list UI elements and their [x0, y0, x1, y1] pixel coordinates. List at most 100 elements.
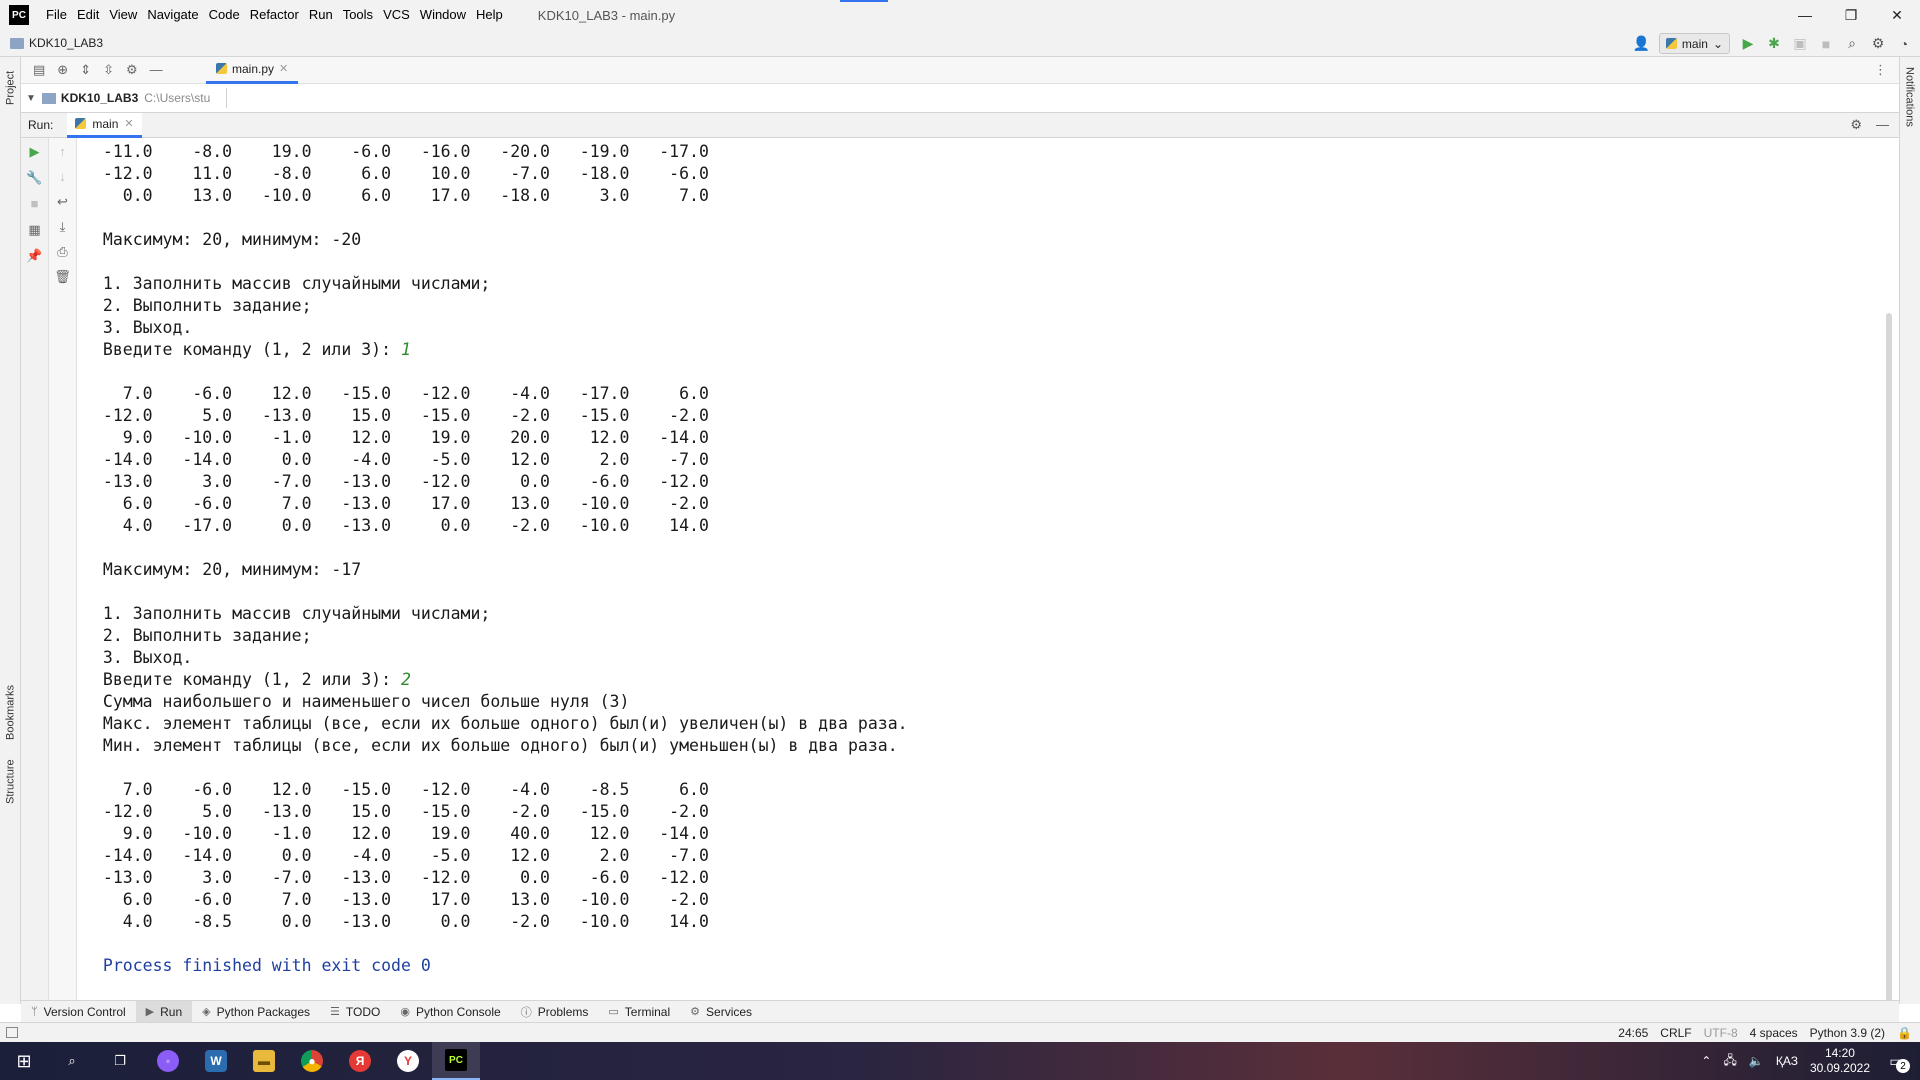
layout-icon[interactable]: ▦: [28, 222, 40, 238]
python-icon: [75, 118, 87, 129]
tab-services[interactable]: ⚙ Services: [680, 1001, 762, 1022]
teams-app-icon[interactable]: W: [192, 1042, 240, 1080]
stop-icon[interactable]: ■: [1818, 36, 1834, 52]
tree-root-name[interactable]: KDK10_LAB3: [61, 91, 138, 105]
chevron-down-icon: ⌄: [1712, 36, 1723, 51]
alice-app-icon[interactable]: ◦: [144, 1042, 192, 1080]
run-console[interactable]: -11.0 -8.0 19.0 -6.0 -16.0 -20.0 -19.0 -…: [78, 138, 1894, 1004]
menu-code[interactable]: Code: [204, 0, 245, 30]
menu-tools[interactable]: Tools: [338, 0, 378, 30]
collapse-all-icon[interactable]: ⇳: [103, 62, 114, 78]
windows-taskbar: ⊞ ⌕ ❐ ◦ W ▬ ● Я Y PC ⌃ 🖧 🔈 ҚАЗ 14:20 30.…: [0, 1042, 1920, 1080]
branch-icon: ᛘ: [31, 1005, 38, 1018]
close-tab-icon[interactable]: ✕: [279, 62, 288, 75]
print-icon[interactable]: ⎙: [57, 244, 67, 260]
windows-start-icon[interactable]: ⊞: [0, 1042, 48, 1080]
run-tab-main[interactable]: main ✕: [67, 112, 142, 138]
arrow-up-icon[interactable]: ↑: [59, 144, 66, 160]
stop-icon[interactable]: ■: [31, 196, 39, 212]
python-interpreter[interactable]: Python 3.9 (2): [1810, 1026, 1885, 1040]
file-explorer-icon[interactable]: ▬: [240, 1042, 288, 1080]
trash-icon[interactable]: 🗑: [54, 269, 71, 285]
tab-terminal[interactable]: ▭ Terminal: [598, 1001, 680, 1022]
view-mode-icon[interactable]: ▤: [33, 62, 45, 78]
locate-icon[interactable]: ⊕: [57, 62, 68, 78]
python-console-icon: ◉: [400, 1006, 410, 1018]
notifications-tool-tab[interactable]: Notifications: [1899, 67, 1920, 127]
hide-icon[interactable]: —: [1876, 117, 1889, 133]
menu-run[interactable]: Run: [304, 0, 338, 30]
input-language[interactable]: ҚАЗ: [1776, 1054, 1798, 1068]
console-line: -11.0 -8.0 19.0 -6.0 -16.0 -20.0 -19.0 -…: [93, 142, 709, 161]
tool-windows-toggle-icon[interactable]: [6, 1027, 18, 1038]
chrome-icon[interactable]: ●: [288, 1042, 336, 1080]
tab-version-control[interactable]: ᛘ Version Control: [21, 1001, 136, 1022]
project-tool-tab[interactable]: Project: [0, 63, 21, 113]
console-line: -12.0 11.0 -8.0 6.0 10.0 -7.0 -18.0 -6.0: [93, 164, 709, 183]
run-icon[interactable]: ▶: [1740, 35, 1756, 52]
file-encoding[interactable]: UTF-8: [1704, 1026, 1738, 1040]
menu-file[interactable]: File: [41, 0, 72, 30]
user-icon[interactable]: 👤: [1633, 35, 1650, 52]
rerun-icon[interactable]: ▶: [30, 144, 40, 160]
clock[interactable]: 14:20 30.09.2022: [1810, 1046, 1870, 1076]
gear-icon[interactable]: ⚙: [1850, 117, 1862, 133]
pycharm-taskbar-icon[interactable]: PC: [432, 1042, 480, 1080]
arrow-down-icon[interactable]: ↓: [59, 169, 66, 185]
menu-edit[interactable]: Edit: [72, 0, 104, 30]
left-tool-stripe: Project Bookmarks Structure: [0, 57, 21, 1004]
code-with-me-icon[interactable]: ◔: [1896, 36, 1912, 52]
console-line: 4.0 -8.5 0.0 -13.0 0.0 -2.0 -10.0 14.0: [93, 912, 709, 931]
tab-problems[interactable]: ⓘ Problems: [511, 1001, 599, 1022]
debug-icon[interactable]: ✱: [1766, 35, 1782, 52]
run-config-selector[interactable]: main ⌄: [1658, 33, 1730, 54]
structure-tool-tab[interactable]: Structure: [0, 752, 21, 812]
network-icon[interactable]: 🖧: [1723, 1051, 1736, 1072]
wrench-icon[interactable]: 🔧: [26, 170, 42, 186]
tab-todo[interactable]: ☰ TODO: [320, 1001, 390, 1022]
chevron-up-icon[interactable]: ⌃: [1701, 1054, 1711, 1068]
indent-setting[interactable]: 4 spaces: [1750, 1026, 1798, 1040]
close-run-tab-icon[interactable]: ✕: [124, 117, 133, 130]
settings-icon[interactable]: ⚙: [1870, 35, 1886, 52]
tab-python-console[interactable]: ◉ Python Console: [390, 1001, 510, 1022]
menu-view[interactable]: View: [104, 0, 142, 30]
line-separator[interactable]: CRLF: [1660, 1026, 1691, 1040]
search-icon[interactable]: ⌕: [1844, 35, 1860, 52]
user-input: 1: [400, 340, 411, 359]
tab-run[interactable]: ▶ Run: [135, 1001, 193, 1022]
yandex-icon[interactable]: Я: [336, 1042, 384, 1080]
hide-icon[interactable]: —: [150, 62, 163, 78]
caret-position[interactable]: 24:65: [1618, 1026, 1648, 1040]
menu-help[interactable]: Help: [471, 0, 508, 30]
panel-divider[interactable]: [226, 88, 227, 108]
minimize-button[interactable]: —: [1782, 0, 1828, 30]
yandex-browser-icon[interactable]: Y: [384, 1042, 432, 1080]
search-icon[interactable]: ⌕: [48, 1042, 96, 1080]
task-view-icon[interactable]: ❐: [96, 1042, 144, 1080]
lock-icon[interactable]: 🔒: [1897, 1026, 1912, 1040]
coverage-icon[interactable]: ▣: [1792, 35, 1808, 52]
tree-expand-icon[interactable]: ▼: [26, 93, 36, 104]
menu-vcs[interactable]: VCS: [378, 0, 415, 30]
bookmarks-tool-tab[interactable]: Bookmarks: [0, 677, 21, 747]
soft-wrap-icon[interactable]: ↩: [57, 194, 68, 210]
list-icon: ☰: [330, 1006, 340, 1018]
console-scrollbar[interactable]: [1886, 313, 1892, 1003]
expand-all-icon[interactable]: ⇕: [80, 62, 91, 78]
restore-button[interactable]: ❐: [1828, 0, 1874, 30]
scroll-to-end-icon[interactable]: ⤓: [60, 219, 66, 235]
action-center-icon[interactable]: ▭ 2: [1882, 1047, 1910, 1075]
close-button[interactable]: ✕: [1874, 0, 1920, 30]
editor-tab-main-py[interactable]: main.py ✕: [206, 57, 299, 84]
volume-icon[interactable]: 🔈: [1749, 1054, 1764, 1068]
menu-navigate[interactable]: Navigate: [142, 0, 203, 30]
more-icon[interactable]: ⋮: [1874, 62, 1887, 78]
gear-icon[interactable]: ⚙: [126, 62, 138, 78]
console-line: Максимум: 20, минимум: -17: [93, 560, 362, 579]
pin-icon[interactable]: 📌: [26, 248, 42, 264]
nav-project-crumb[interactable]: KDK10_LAB3: [10, 36, 103, 50]
menu-refactor[interactable]: Refactor: [245, 0, 304, 30]
tab-python-packages[interactable]: ◈ Python Packages: [192, 1001, 320, 1022]
menu-window[interactable]: Window: [415, 0, 471, 30]
